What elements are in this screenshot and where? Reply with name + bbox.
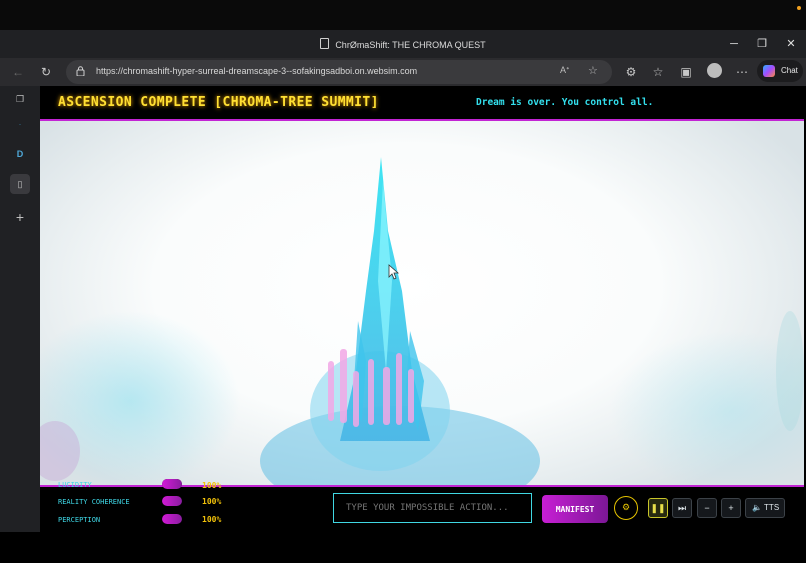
- volume-up-icon[interactable]: +: [721, 498, 741, 518]
- tab-actions-icon[interactable]: ❐: [10, 89, 30, 109]
- copilot-chat-button[interactable]: Chat: [757, 60, 803, 82]
- action-input[interactable]: [333, 493, 532, 523]
- read-aloud-icon[interactable]: Aᐩ: [560, 65, 570, 76]
- stat-value-lucidity: 100%: [202, 481, 222, 490]
- window-top-bezel: [0, 0, 806, 30]
- tts-button[interactable]: 🔈 TTS: [745, 498, 785, 518]
- volume-down-icon[interactable]: −: [697, 498, 717, 518]
- add-tab-icon[interactable]: +: [10, 207, 30, 227]
- game-subtitle: Dream is over. You control all.: [476, 97, 654, 108]
- window-title-text: ChrØmaShift: THE CHROMA QUEST: [335, 40, 486, 50]
- game-title: ASCENSION COMPLETE [CHROMA-TREE SUMMIT]: [58, 95, 379, 110]
- restore-icon[interactable]: ❐: [754, 36, 770, 52]
- address-bar[interactable]: https://chromashift-hyper-surreal-dreams…: [66, 60, 612, 84]
- stat-value-reality-coherence: 100%: [202, 497, 222, 506]
- browser-sidebar: ❐ · D ▯ +: [0, 86, 40, 532]
- sidebar-item-d[interactable]: D: [10, 144, 30, 164]
- stat-label-reality-coherence: REALITY COHERENCE: [58, 498, 130, 506]
- dreamscape-scene: [40, 121, 804, 485]
- crystal-tree-illustration: [40, 157, 804, 485]
- back-icon[interactable]: ←: [10, 64, 26, 80]
- stat-bar-lucidity: [162, 479, 182, 489]
- copilot-icon: [763, 65, 775, 77]
- browser-toolbar: ← ↻ https://chromashift-hyper-surreal-dr…: [0, 58, 806, 86]
- stat-bar-reality-coherence: [162, 496, 182, 506]
- pause-icon[interactable]: ❚❚: [648, 498, 668, 518]
- lock-icon: [76, 66, 85, 76]
- sidebar-item-page[interactable]: ▯: [10, 174, 30, 194]
- extensions-icon[interactable]: ⚙: [623, 64, 639, 80]
- profile-avatar[interactable]: [707, 63, 722, 78]
- refresh-icon[interactable]: ↻: [38, 64, 54, 80]
- favorite-star-icon[interactable]: ☆: [588, 64, 598, 77]
- stat-label-lucidity: LUCIDITY: [58, 481, 92, 489]
- tts-label: TTS: [764, 503, 780, 512]
- stat-value-perception: 100%: [202, 515, 222, 524]
- window-titlebar: ChrØmaShift: THE CHROMA QUEST ─ ❐ ✕: [0, 30, 806, 58]
- manifest-button[interactable]: MANIFEST: [542, 495, 608, 523]
- stat-label-perception: PERCEPTION: [58, 516, 101, 524]
- settings-gear-icon[interactable]: ⚙: [614, 496, 638, 520]
- url-text: https://chromashift-hyper-surreal-dreams…: [96, 66, 418, 76]
- skip-forward-icon[interactable]: ⏭: [672, 498, 692, 518]
- game-control-bar: LUCIDITY 100% REALITY COHERENCE 100% PER…: [40, 479, 804, 532]
- favorites-icon[interactable]: ☆: [650, 64, 666, 80]
- sidebar-item-faded[interactable]: ·: [10, 114, 30, 134]
- notification-dot: [797, 6, 801, 10]
- game-header: ASCENSION COMPLETE [CHROMA-TREE SUMMIT] …: [40, 86, 804, 121]
- speaker-icon: 🔈: [752, 503, 762, 512]
- more-menu-icon[interactable]: ⋯: [734, 64, 750, 80]
- minimize-icon[interactable]: ─: [726, 36, 742, 52]
- chat-label: Chat: [781, 66, 798, 75]
- page-icon: [320, 38, 330, 49]
- close-icon[interactable]: ✕: [783, 36, 799, 52]
- collections-icon[interactable]: ▣: [678, 64, 694, 80]
- window-bottom-bezel: [0, 532, 806, 563]
- game-viewport: ASCENSION COMPLETE [CHROMA-TREE SUMMIT] …: [40, 86, 804, 532]
- window-title: ChrØmaShift: THE CHROMA QUEST: [0, 38, 806, 50]
- stat-bar-perception: [162, 514, 182, 524]
